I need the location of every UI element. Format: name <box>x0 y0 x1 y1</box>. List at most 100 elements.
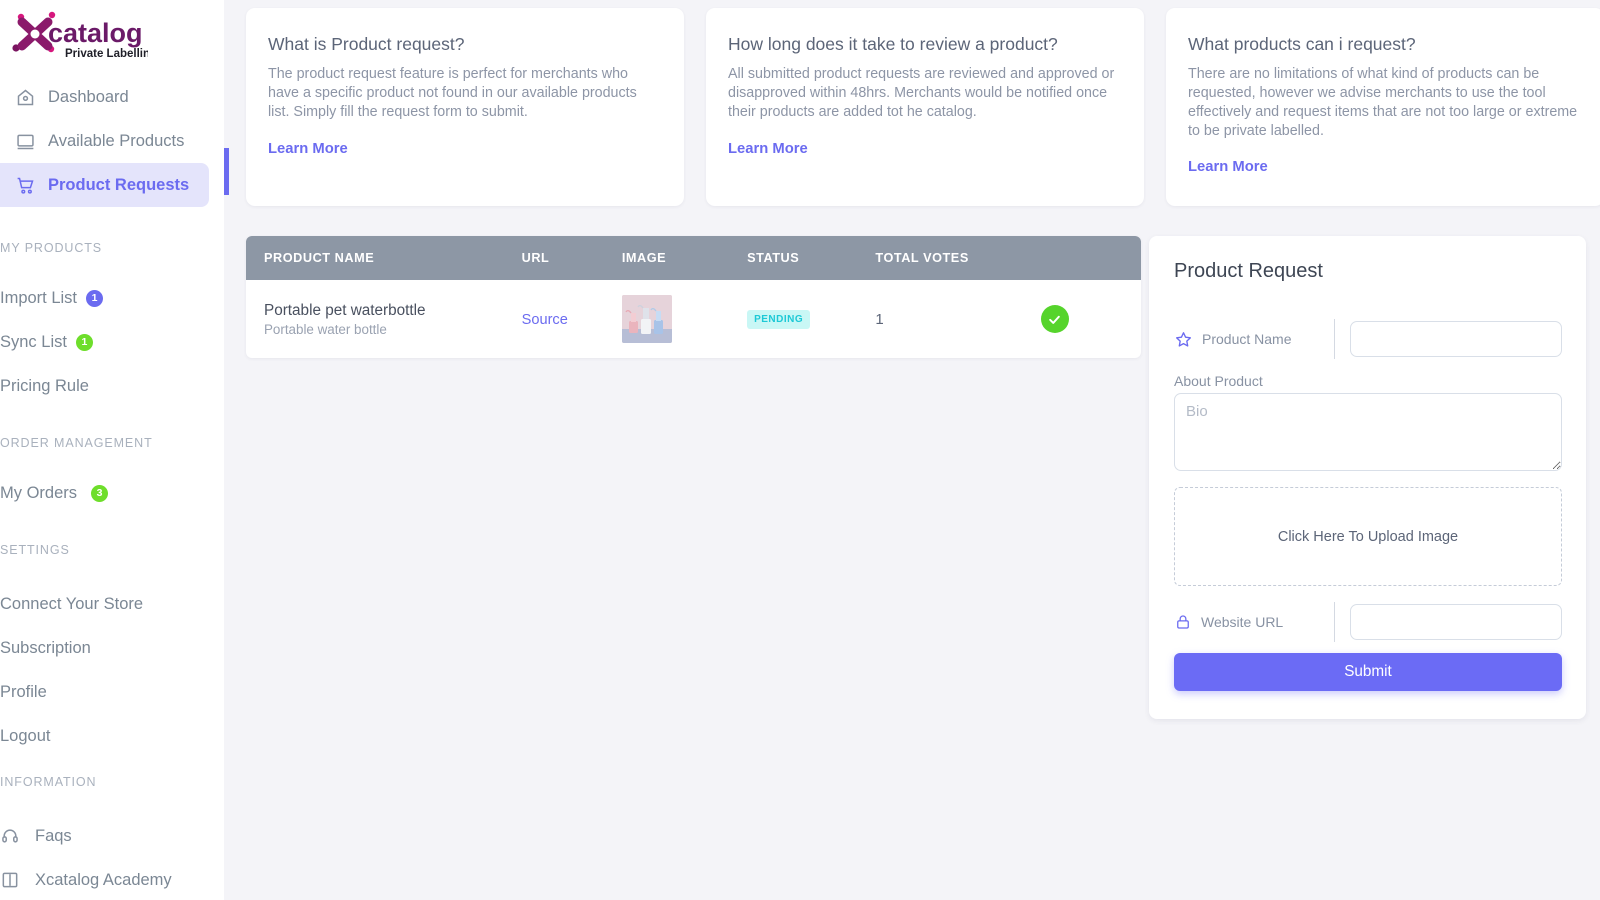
cell-url: Source <box>522 280 622 358</box>
cell-image <box>621 280 747 358</box>
approve-button[interactable] <box>1040 305 1069 334</box>
product-name-input[interactable] <box>1350 321 1562 358</box>
about-product-textarea[interactable] <box>1174 393 1562 472</box>
sidebar-item-label: Logout <box>0 726 51 745</box>
check-icon <box>1049 315 1061 324</box>
faq-card-body: The product request feature is perfect f… <box>268 66 637 120</box>
home-icon <box>14 86 36 108</box>
product-requests-table: PRODUCT NAME URL IMAGE STATUS TOTAL VOTE… <box>246 236 1141 358</box>
lower-region: PRODUCT NAME URL IMAGE STATUS TOTAL VOTE… <box>224 206 1600 720</box>
faq-card: What products can i request? There are n… <box>1166 8 1600 207</box>
product-name-label: Product Name <box>1202 331 1292 348</box>
submit-button[interactable]: Submit <box>1174 653 1562 692</box>
my-orders-badge: 3 <box>91 484 109 502</box>
column-header-image: IMAGE <box>621 251 667 266</box>
x-logo-icon: catalog Private Labelling <box>12 11 148 60</box>
sidebar-section-information: INFORMATION <box>0 775 97 789</box>
sidebar-section-settings: SETTINGS <box>0 543 70 557</box>
form-title: Product Request <box>1174 260 1323 283</box>
product-thumbnail <box>621 295 672 344</box>
faq-card-body: All submitted product requests are revie… <box>728 66 1115 120</box>
product-name-text: Portable pet waterbottle <box>264 302 426 320</box>
sidebar-item-xcatalog-academy[interactable]: Xcatalog Academy <box>0 858 224 900</box>
faq-card-heading: What is Product request? <box>268 34 465 54</box>
website-url-field-row: Website URL <box>1174 602 1562 643</box>
cell-status: PENDING <box>747 280 875 358</box>
sidebar-item-label: Dashboard <box>48 87 129 106</box>
website-url-label-group: Website URL <box>1174 613 1334 631</box>
faq-card: How long does it take to review a produc… <box>706 8 1144 207</box>
column-header-actions <box>1041 236 1141 280</box>
sidebar-item-sync-list[interactable]: Sync List 1 <box>0 324 224 360</box>
sidebar-item-label: Available Products <box>48 131 185 150</box>
sidebar-item-connect-your-store[interactable]: Connect Your Store <box>0 582 224 626</box>
import-list-badge: 1 <box>86 289 104 307</box>
sidebar-item-subscription[interactable]: Subscription <box>0 626 224 670</box>
faq-cards-row: What is Product request? The product req… <box>224 0 1600 207</box>
sidebar-section-my-products: MY PRODUCTS <box>0 241 103 255</box>
learn-more-link[interactable]: Learn More <box>268 141 348 157</box>
sync-list-badge: 1 <box>75 333 93 351</box>
faq-card-heading: What products can i request? <box>1188 34 1416 54</box>
upload-label: Click Here To Upload Image <box>1277 528 1459 545</box>
sidebar-item-label: My Orders <box>0 483 78 502</box>
sidebar-section-order-management: ORDER MANAGEMENT <box>0 436 153 450</box>
about-product-label: About Product <box>1174 373 1263 390</box>
source-link[interactable]: Source <box>522 312 568 328</box>
image-upload-dropzone[interactable]: Click Here To Upload Image <box>1174 487 1562 587</box>
brand-logo[interactable]: catalog Private Labelling <box>0 0 224 62</box>
table-header-row: PRODUCT NAME URL IMAGE STATUS TOTAL VOTE… <box>246 236 1141 281</box>
learn-more-link[interactable]: Learn More <box>728 141 808 157</box>
about-product-group: About Product <box>1174 373 1562 476</box>
table-row[interactable]: Portable pet waterbottle Portable water … <box>246 280 1141 358</box>
status-badge: PENDING <box>747 310 811 330</box>
product-request-form-panel: Product Request Product Name About Produ… <box>1149 236 1586 720</box>
cell-total-votes: 1 <box>875 310 884 328</box>
sidebar-item-available-products[interactable]: Available Products <box>0 119 224 163</box>
svg-text:catalog: catalog <box>48 18 143 48</box>
website-url-input[interactable] <box>1350 604 1562 641</box>
learn-more-link[interactable]: Learn More <box>1188 159 1268 175</box>
website-url-label: Website URL <box>1201 614 1284 631</box>
book-icon <box>0 870 22 890</box>
sidebar-item-label: Pricing Rule <box>0 376 89 395</box>
sidebar-item-label: Import List <box>0 288 78 307</box>
main-content: What is Product request? The product req… <box>224 0 1600 900</box>
star-icon <box>1176 332 1191 347</box>
cell-action <box>1040 280 1141 358</box>
lock-icon <box>1177 615 1189 630</box>
sidebar-item-label: Connect Your Store <box>0 594 144 613</box>
sidebar-item-label: Xcatalog Academy <box>35 870 172 889</box>
sidebar-item-label: Sync List <box>0 332 67 351</box>
faq-card-heading: How long does it take to review a produc… <box>728 34 1058 54</box>
cart-icon <box>14 174 36 196</box>
faq-card-body: There are no limitations of what kind of… <box>1188 66 1578 139</box>
field-divider <box>1334 602 1335 643</box>
table-head: PRODUCT NAME URL IMAGE STATUS TOTAL VOTE… <box>246 236 1141 281</box>
sidebar-item-product-requests[interactable]: Product Requests <box>0 163 209 207</box>
column-header-total-votes: TOTAL VOTES <box>875 251 969 266</box>
column-header-status: STATUS <box>747 251 800 266</box>
sidebar-item-pricing-rule[interactable]: Pricing Rule <box>0 368 224 404</box>
sidebar-item-label: Profile <box>0 682 47 701</box>
monitor-icon <box>14 130 36 152</box>
sidebar-item-logout[interactable]: Logout <box>0 714 224 758</box>
faq-card: What is Product request? The product req… <box>246 8 684 207</box>
app-root: catalog Private Labelling Dashboard Avai… <box>0 0 1600 900</box>
column-header-product-name: PRODUCT NAME <box>264 251 375 266</box>
sidebar-item-faqs[interactable]: Faqs <box>0 814 224 858</box>
column-header-url: URL <box>521 251 550 266</box>
cell-product-name: Portable pet waterbottle Portable water … <box>246 280 522 358</box>
svg-text:Private Labelling: Private Labelling <box>65 48 148 60</box>
sidebar: catalog Private Labelling Dashboard Avai… <box>0 0 224 900</box>
sidebar-item-dashboard[interactable]: Dashboard <box>0 75 224 119</box>
field-divider <box>1334 319 1335 360</box>
sidebar-item-my-orders[interactable]: My Orders 3 <box>0 475 224 511</box>
headset-icon <box>0 826 22 846</box>
table-body: Portable pet waterbottle Portable water … <box>246 280 1141 358</box>
sidebar-item-profile[interactable]: Profile <box>0 670 224 714</box>
product-sub-text: Portable water bottle <box>264 322 387 338</box>
sidebar-item-import-list[interactable]: Import List 1 <box>0 280 224 316</box>
sidebar-item-label: Product Requests <box>48 175 190 194</box>
sidebar-item-label: Subscription <box>0 638 91 657</box>
